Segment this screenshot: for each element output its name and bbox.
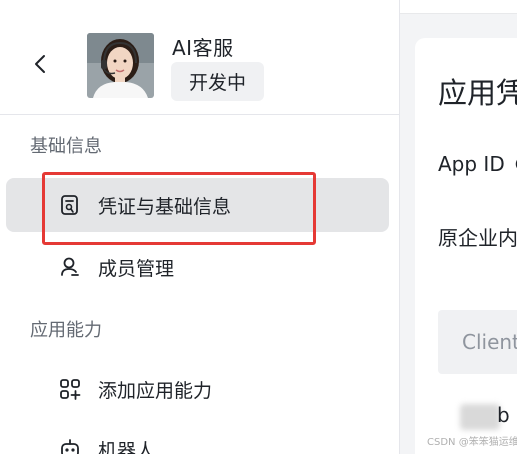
member-icon xyxy=(59,256,81,278)
sidebar-item-label: 添加应用能力 xyxy=(98,379,213,402)
page-title: 应用凭 xyxy=(438,76,517,110)
chevron-left-icon xyxy=(35,55,45,73)
app-avatar xyxy=(87,33,154,98)
blurred-content xyxy=(460,404,500,430)
sidebar-item-label: 成员管理 xyxy=(98,257,175,280)
status-badge: 开发中 xyxy=(171,62,264,101)
app-name: AI客服 xyxy=(172,36,234,60)
sidebar-item-label: 机器人 xyxy=(98,439,156,454)
partial-text: b xyxy=(497,403,510,427)
sidebar: AI客服 开发中 基础信息 凭证与基础信息 成员管理 应用能力 添加应用能力 机… xyxy=(0,0,400,454)
app-id-text: App ID xyxy=(438,152,505,176)
enterprise-label: 原企业内 xyxy=(438,226,517,250)
sidebar-item-add-capability[interactable]: 添加应用能力 xyxy=(6,362,389,416)
sidebar-item-credentials[interactable]: 凭证与基础信息 xyxy=(6,178,389,232)
sidebar-item-members[interactable]: 成员管理 xyxy=(6,240,389,294)
agent-avatar-image xyxy=(87,33,154,98)
back-button[interactable] xyxy=(28,52,52,76)
robot-icon xyxy=(59,438,81,454)
client-label: Client xyxy=(462,330,517,354)
app-id-label: App ID xyxy=(438,152,517,176)
section-title-app-capability: 应用能力 xyxy=(30,320,102,341)
header-divider xyxy=(0,114,400,115)
add-capability-icon xyxy=(59,378,81,400)
section-title-basic-info: 基础信息 xyxy=(30,136,102,157)
sidebar-item-label: 凭证与基础信息 xyxy=(98,195,232,218)
sidebar-item-robot[interactable]: 机器人 xyxy=(6,422,389,454)
watermark: CSDN @笨笨猫运维 xyxy=(427,437,517,448)
client-field[interactable]: Client xyxy=(438,310,517,374)
credential-icon xyxy=(59,194,81,216)
